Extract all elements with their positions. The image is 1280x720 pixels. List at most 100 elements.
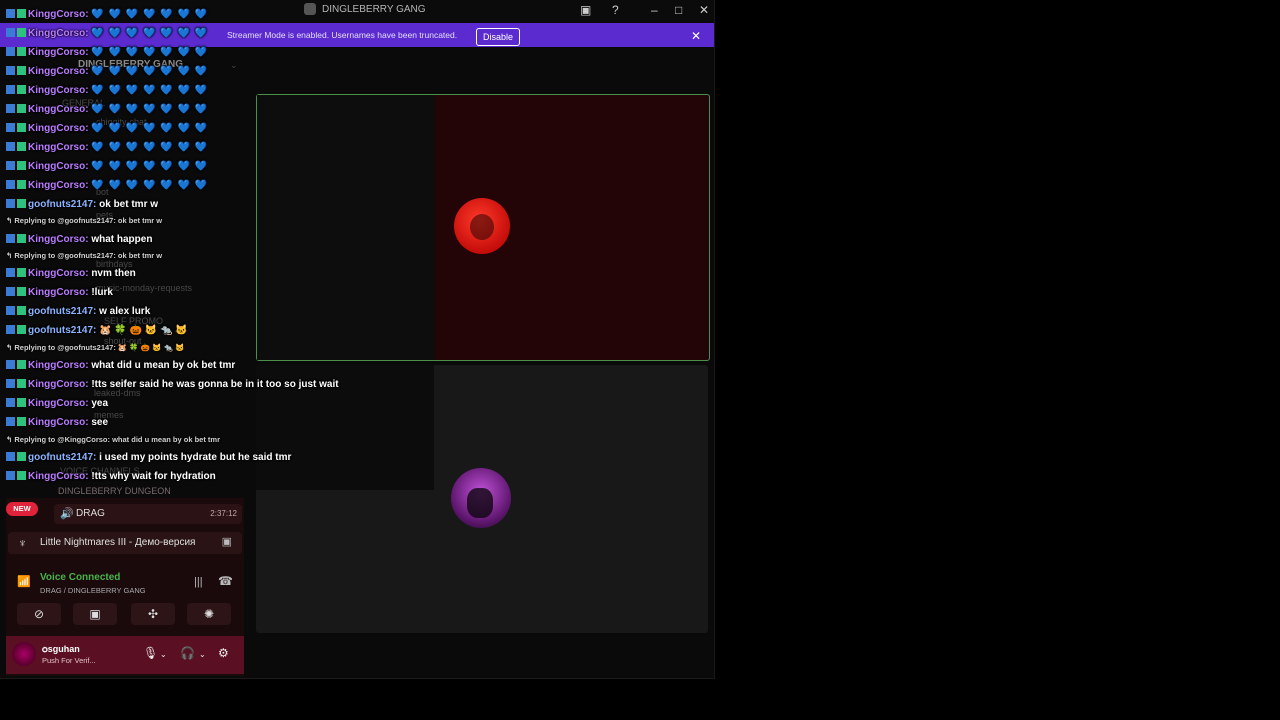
headphones-icon[interactable]: 🎧 [180, 646, 195, 660]
chevron-down-icon[interactable]: ⌄ [199, 650, 206, 659]
tile-shade [257, 95, 435, 360]
chat-username: KinggCorso: [28, 9, 92, 20]
chat-text: !tts seifer said he was gonna be in it t… [91, 379, 339, 390]
chevron-down-icon[interactable]: ⌄ [230, 60, 238, 71]
chevron-down-icon[interactable]: ⌄ [160, 650, 167, 659]
chat-message: goofnuts2147: w alex lurk [6, 306, 150, 317]
chat-text: yea [91, 398, 109, 409]
chat-username: KinggCorso: [28, 379, 92, 390]
chat-username: goofnuts2147: [28, 325, 100, 336]
chat-text: 💙 💙 💙 💙 💙 💙 💙 [91, 47, 209, 58]
chat-message: KinggCorso: !tts seifer said he was gonn… [6, 379, 339, 390]
chat-text: 💙 💙 💙 💙 💙 💙 💙 [91, 123, 209, 134]
badge-icon [6, 9, 15, 18]
badge-icon [17, 199, 26, 208]
user-panel [6, 636, 244, 674]
user-name[interactable]: ѻsguhan [42, 644, 80, 654]
chat-text: 💙 💙 💙 💙 💙 💙 💙 [91, 85, 209, 96]
chat-text: 💙 💙 💙 💙 💙 💙 💙 [91, 104, 209, 115]
avatar-face [470, 214, 494, 240]
voice-connected-label[interactable]: Voice Connected [40, 572, 120, 583]
chat-text: what happen [91, 234, 153, 245]
noise-suppression-icon[interactable]: ||| [194, 576, 203, 588]
speaker-icon: 🔊 [60, 508, 74, 520]
chat-username: KinggCorso: [28, 123, 92, 134]
chat-text: !lurk [91, 287, 113, 298]
badge-icon [17, 161, 26, 170]
chat-message: KinggCorso: 💙 💙 💙 💙 💙 💙 💙 [6, 66, 208, 77]
chat-username: KinggCorso: [28, 142, 92, 153]
badge-icon [6, 417, 15, 426]
game-icon: ♆ [18, 536, 27, 550]
chat-message: KinggCorso: what happen [6, 234, 152, 245]
disconnect-icon[interactable]: ☎ [218, 574, 233, 588]
badge-icon [6, 123, 15, 132]
chat-text: 🐹 🍀 🎃 🐱 🐀 🐱 [99, 325, 188, 336]
chat-username: goofnuts2147: [28, 199, 100, 210]
badge-icon [17, 398, 26, 407]
close-button[interactable]: ✕ [699, 3, 709, 17]
badge-icon [6, 379, 15, 388]
badge-icon [6, 66, 15, 75]
voice-channel-header[interactable]: DINGLEBERRY DUNGEON [58, 486, 171, 496]
maximize-button[interactable]: □ [675, 3, 682, 17]
chat-text: 💙 💙 💙 💙 💙 💙 💙 [91, 9, 209, 20]
chat-message: goofnuts2147: ok bet tmr w [6, 199, 158, 210]
settings-gear-icon[interactable]: ⚙ [218, 646, 229, 660]
badge-icon [6, 47, 15, 56]
chat-username: KinggCorso: [28, 471, 92, 482]
chat-username: goofnuts2147: [28, 452, 100, 463]
chat-text: 💙 💙 💙 💙 💙 💙 💙 [91, 142, 209, 153]
chat-username: KinggCorso: [28, 28, 92, 39]
chat-username: KinggCorso: [28, 417, 92, 428]
badge-icon [6, 234, 15, 243]
chat-username: KinggCorso: [28, 85, 92, 96]
activity-row[interactable]: ♆ Little Nightmares III - Демо-версия ▣ [8, 532, 242, 554]
participant-avatar-red [454, 198, 510, 254]
voice-connected-sub[interactable]: DRAG / DINGLEBERRY GANG [40, 586, 146, 595]
chat-text: i used my points hydrate but he said tmr [99, 452, 292, 463]
chat-message: goofnuts2147: 🐹 🍀 🎃 🐱 🐀 🐱 [6, 325, 188, 336]
soundboard-button[interactable]: ✺ [187, 603, 231, 625]
chat-username: KinggCorso: [28, 398, 92, 409]
badge-icon [17, 325, 26, 334]
chat-reply-line: ↰ Replying to @KinggCorso: what did u me… [6, 435, 221, 444]
banner-text: Streamer Mode is enabled. Usernames have… [227, 30, 458, 40]
voice-channel-time: 2:37:12 [210, 509, 237, 518]
chat-username: KinggCorso: [28, 234, 92, 245]
microphone-icon[interactable]: 🎙 [143, 646, 158, 660]
chat-message: KinggCorso: 💙 💙 💙 💙 💙 💙 💙 [6, 104, 208, 115]
chat-username: KinggCorso: [28, 66, 92, 77]
chat-message: KinggCorso: !lurk [6, 287, 113, 298]
screen-share-button[interactable]: ▣ [73, 603, 117, 625]
inbox-icon[interactable]: ▣ [580, 3, 591, 17]
badge-icon [6, 104, 15, 113]
user-avatar[interactable] [12, 642, 36, 666]
badge-icon [6, 398, 15, 407]
badge-icon [17, 287, 26, 296]
activity-name: Little Nightmares III - Демо-версия [40, 537, 196, 548]
stream-game-icon[interactable]: ▣ [222, 535, 232, 548]
badge-icon [17, 104, 26, 113]
badge-icon [6, 28, 15, 37]
camera-off-button[interactable]: ⊘ [17, 603, 61, 625]
badge-icon [17, 47, 26, 56]
badge-icon [6, 199, 15, 208]
disable-streamer-mode-button[interactable]: Disable [476, 28, 520, 46]
badge-icon [17, 123, 26, 132]
banner-close-icon[interactable]: ✕ [691, 29, 701, 43]
badge-icon [17, 9, 26, 18]
chat-message: KinggCorso: 💙 💙 💙 💙 💙 💙 💙 [6, 123, 208, 134]
signal-icon[interactable]: 📶 [17, 575, 31, 588]
voice-channel-row[interactable]: 🔊 DRAG 2:37:12 [54, 504, 242, 524]
window-title-text: DINGLEBERRY GANG [322, 3, 426, 15]
user-status: Push For Verif... [42, 656, 96, 665]
badge-icon [6, 85, 15, 94]
chat-reply-line: ↰ Replying to @goofnuts2147: ok bet tmr … [6, 216, 163, 225]
chat-reply-line: ↰ Replying to @goofnuts2147: 🐹 🍀 🎃 🐱 🐀 🐱 [6, 343, 185, 352]
activities-button[interactable]: ✣ [131, 603, 175, 625]
badge-icon [6, 306, 15, 315]
minimize-button[interactable]: – [651, 3, 658, 17]
badge-icon [17, 452, 26, 461]
help-icon[interactable]: ? [612, 3, 619, 17]
